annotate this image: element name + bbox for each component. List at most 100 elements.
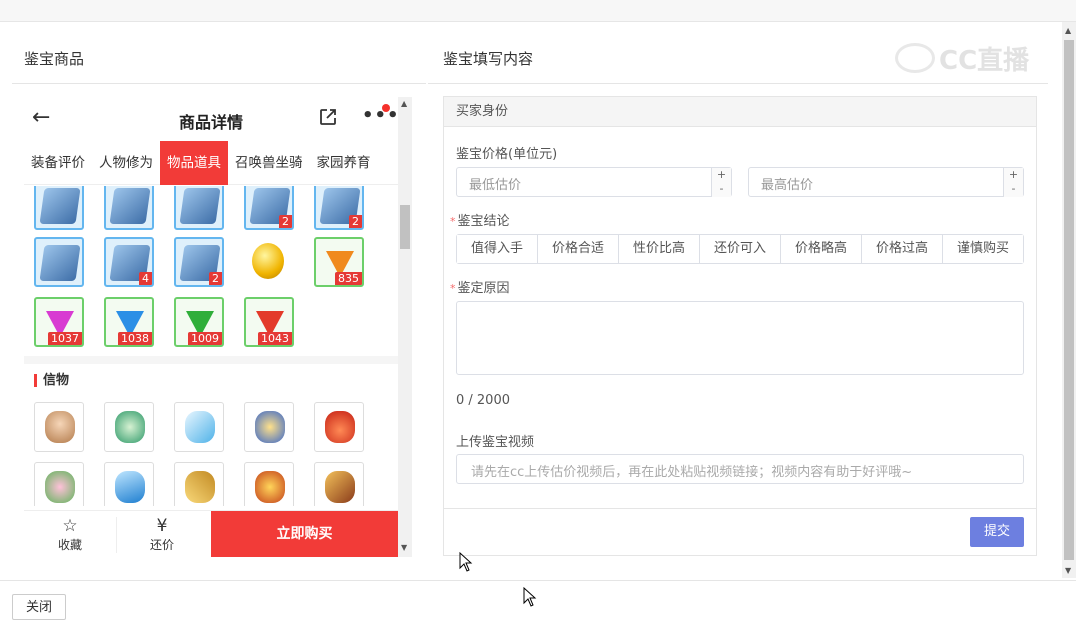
scroll-down-icon[interactable]: ▼ bbox=[1065, 566, 1071, 575]
mouse-cursor-icon bbox=[459, 552, 473, 572]
item-tile[interactable]: 2 bbox=[174, 237, 224, 287]
gift-tile[interactable] bbox=[314, 462, 364, 506]
mouse-cursor-icon bbox=[523, 587, 537, 607]
form-header: 买家身份 bbox=[444, 97, 1036, 127]
decrement-button[interactable]: - bbox=[1003, 182, 1023, 197]
bottom-action-bar: ☆ 收藏 ¥ 还价 立即购买 bbox=[24, 510, 398, 557]
item-count-badge: 1009 bbox=[188, 332, 222, 345]
gift-tile[interactable] bbox=[244, 402, 294, 452]
max-price-input[interactable]: 最高估价 + - bbox=[748, 167, 1024, 197]
conclusion-option[interactable]: 值得入手 bbox=[457, 235, 538, 263]
product-detail-phone-view: ← 商品详情 ••• 装备评价 人物修为 物品道具 召唤兽坐骑 家园养育 2 2… bbox=[24, 97, 398, 557]
items-grid: 2 2 4 2 835 1037 1038 1009 1043 信物 bbox=[24, 186, 398, 506]
section-separator bbox=[24, 356, 398, 364]
scroll-up-icon[interactable]: ▲ bbox=[401, 99, 407, 108]
more-dots-icon[interactable]: ••• bbox=[362, 105, 398, 126]
char-counter: 0 / 2000 bbox=[456, 393, 510, 408]
divider bbox=[0, 580, 1076, 581]
gift-tile[interactable] bbox=[34, 462, 84, 506]
item-tile[interactable] bbox=[34, 186, 84, 230]
scroll-up-icon[interactable]: ▲ bbox=[1065, 26, 1071, 35]
item-count-badge: 1038 bbox=[118, 332, 152, 345]
gift-tile[interactable] bbox=[244, 462, 294, 506]
video-link-input[interactable]: 请先在cc上传估价视频后，再在此处粘贴视频链接；视频内容有助于好评哦~ bbox=[456, 454, 1024, 484]
cc-logo-icon bbox=[895, 43, 935, 73]
item-tile[interactable]: 835 bbox=[314, 237, 364, 287]
item-tile[interactable] bbox=[244, 237, 294, 287]
conclusion-option[interactable]: 性价比高 bbox=[619, 235, 700, 263]
yuan-icon: ¥ bbox=[156, 516, 168, 536]
item-tile[interactable] bbox=[174, 186, 224, 230]
increment-button[interactable]: + bbox=[1003, 168, 1023, 183]
bargain-button[interactable]: ¥ 还价 bbox=[136, 517, 188, 553]
gift-tile[interactable] bbox=[34, 402, 84, 452]
right-panel-title: 鉴宝填写内容 bbox=[443, 50, 534, 68]
min-price-input[interactable]: 最低估价 + - bbox=[456, 167, 732, 197]
divider bbox=[444, 508, 1036, 509]
item-count-badge: 2 bbox=[279, 215, 292, 228]
watermark-logo: CC直播 bbox=[895, 40, 1045, 76]
item-count-badge: 4 bbox=[139, 272, 152, 285]
tab-equipment[interactable]: 装备评价 bbox=[24, 141, 92, 185]
appraisal-form: 买家身份 鉴宝价格(单位元) 最低估价 + - 最高估价 + - * 鉴宝结论 值… bbox=[443, 96, 1037, 556]
conclusion-option[interactable]: 价格略高 bbox=[781, 235, 862, 263]
video-label: 上传鉴宝视频 bbox=[456, 435, 535, 450]
tab-pets-mounts[interactable]: 召唤兽坐骑 bbox=[228, 141, 310, 185]
conclusion-option[interactable]: 还价可入 bbox=[700, 235, 781, 263]
buy-now-button[interactable]: 立即购买 bbox=[211, 511, 398, 557]
share-icon[interactable] bbox=[318, 107, 338, 127]
section-title: 信物 bbox=[34, 374, 69, 387]
favorite-button[interactable]: ☆ 收藏 bbox=[44, 517, 96, 553]
scrollbar-thumb[interactable] bbox=[400, 205, 410, 249]
left-panel-title: 鉴宝商品 bbox=[24, 50, 85, 68]
right-scrollbar[interactable]: ▲ ▼ bbox=[1062, 22, 1076, 578]
close-button[interactable]: 关闭 bbox=[12, 594, 66, 620]
item-tile[interactable]: 4 bbox=[104, 237, 154, 287]
page-title: 商品详情 bbox=[178, 113, 243, 132]
left-scrollbar[interactable]: ▲ ▼ bbox=[398, 97, 412, 557]
gift-tile[interactable] bbox=[104, 402, 154, 452]
item-tile[interactable] bbox=[104, 186, 154, 230]
tab-home[interactable]: 家园养育 bbox=[310, 141, 378, 185]
top-bar bbox=[0, 0, 1076, 22]
item-count-badge: 1037 bbox=[48, 332, 82, 345]
item-count-badge: 2 bbox=[349, 215, 362, 228]
nav-bar: ← 商品详情 ••• bbox=[24, 97, 398, 141]
gift-tile[interactable] bbox=[174, 402, 224, 452]
reason-label: * 鉴定原因 bbox=[450, 281, 510, 296]
reason-textarea[interactable] bbox=[456, 301, 1024, 375]
conclusion-label: * 鉴宝结论 bbox=[450, 214, 510, 229]
scroll-down-icon[interactable]: ▼ bbox=[401, 543, 407, 552]
scrollbar-thumb[interactable] bbox=[1064, 40, 1074, 560]
gift-tile[interactable] bbox=[174, 462, 224, 506]
divider bbox=[116, 517, 117, 553]
price-label: 鉴宝价格(单位元) bbox=[456, 147, 558, 162]
item-tile[interactable]: 2 bbox=[314, 186, 364, 230]
divider bbox=[12, 83, 426, 84]
tab-items[interactable]: 物品道具 bbox=[160, 141, 228, 185]
category-tabs: 装备评价 人物修为 物品道具 召唤兽坐骑 家园养育 bbox=[24, 141, 398, 185]
conclusion-option[interactable]: 谨慎购买 bbox=[943, 235, 1023, 263]
conclusion-options: 值得入手 价格合适 性价比高 还价可入 价格略高 价格过高 谨慎购买 bbox=[456, 234, 1024, 264]
conclusion-option[interactable]: 价格过高 bbox=[862, 235, 943, 263]
notification-dot bbox=[382, 104, 390, 112]
item-tile[interactable]: 1037 bbox=[34, 297, 84, 347]
item-count-badge: 835 bbox=[335, 272, 362, 285]
item-count-badge: 1043 bbox=[258, 332, 292, 345]
tab-character[interactable]: 人物修为 bbox=[92, 141, 160, 185]
item-tile[interactable]: 2 bbox=[244, 186, 294, 230]
item-tile[interactable]: 1043 bbox=[244, 297, 294, 347]
submit-button[interactable]: 提交 bbox=[970, 517, 1024, 547]
golden-orb-icon bbox=[252, 243, 284, 279]
divider bbox=[428, 83, 1048, 84]
item-tile[interactable]: 1038 bbox=[104, 297, 154, 347]
conclusion-option[interactable]: 价格合适 bbox=[538, 235, 619, 263]
increment-button[interactable]: + bbox=[711, 168, 731, 183]
star-icon: ☆ bbox=[62, 516, 78, 536]
item-tile[interactable]: 1009 bbox=[174, 297, 224, 347]
item-tile[interactable] bbox=[34, 237, 84, 287]
item-count-badge: 2 bbox=[209, 272, 222, 285]
gift-tile[interactable] bbox=[104, 462, 154, 506]
decrement-button[interactable]: - bbox=[711, 182, 731, 197]
gift-tile[interactable] bbox=[314, 402, 364, 452]
